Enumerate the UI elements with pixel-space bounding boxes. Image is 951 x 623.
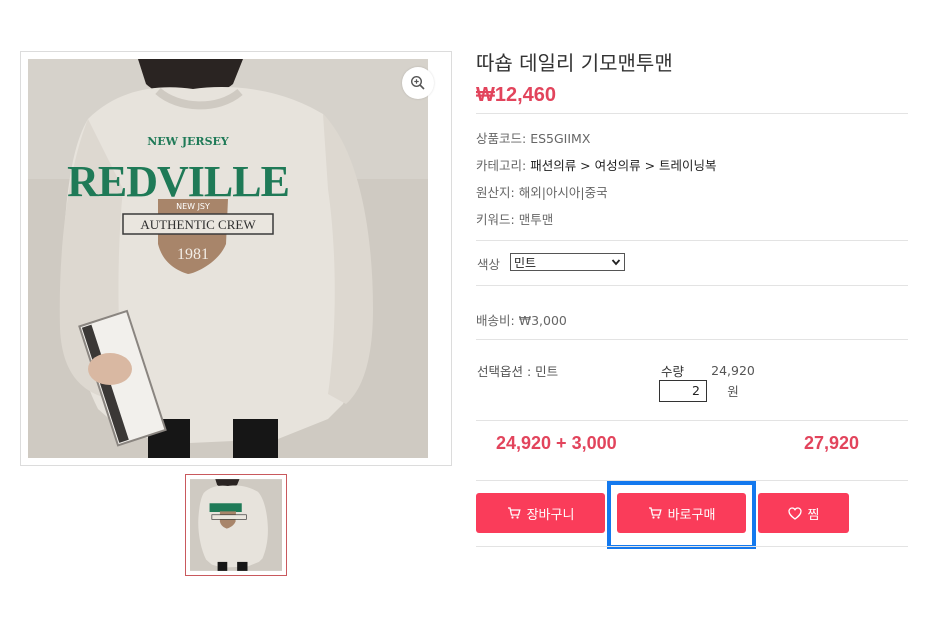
category-row: 카테고리: 패션의류 > 여성의류 > 트레이닝복	[476, 155, 717, 174]
wishlist-label: 찜	[807, 507, 820, 523]
shipping-value: ₩3,000	[518, 313, 567, 328]
divider	[476, 285, 908, 286]
origin-value: 해외|아시아|중국	[518, 185, 608, 200]
divider	[476, 240, 908, 241]
category-label: 카테고리:	[476, 158, 527, 173]
color-select-value: 민트	[514, 255, 537, 270]
product-code-value: ES5GIIMX	[530, 131, 591, 146]
shipping-label: 배송비:	[476, 313, 515, 328]
divider	[476, 113, 908, 114]
product-code-label: 상품코드:	[476, 131, 527, 146]
product-code-row: 상품코드: ES5GIIMX	[476, 128, 590, 147]
divider	[476, 420, 908, 421]
print-arc-text: NEW JERSEY	[147, 135, 229, 148]
keyword-label: 키워드:	[476, 212, 515, 227]
zoom-button[interactable]	[402, 67, 434, 99]
thumbnail-image	[190, 479, 282, 571]
total-formula: 24,920 + 3,000	[496, 433, 617, 453]
zoom-in-icon	[410, 75, 425, 90]
print-badge-text: NEW JSY	[176, 202, 210, 211]
keyword-value: 맨투맨	[518, 212, 554, 227]
color-option-label: 색상	[477, 257, 501, 272]
keyword-row: 키워드: 맨투맨	[476, 209, 553, 228]
add-to-cart-button[interactable]: 장바구니	[476, 493, 605, 533]
quantity-input[interactable]: 2	[659, 380, 707, 402]
chevron-down-icon	[611, 259, 621, 266]
cart-icon	[507, 507, 521, 519]
divider	[476, 546, 908, 547]
line-price-unit: 원	[727, 384, 739, 399]
divider	[476, 339, 908, 340]
print-big-text: REDVILLE	[67, 157, 289, 206]
buy-now-highlight	[607, 481, 756, 549]
category-value[interactable]: 패션의류 > 여성의류 > 트레이닝복	[530, 158, 716, 173]
line-price: 24,920 원	[711, 362, 755, 401]
line-price-value: 24,920	[711, 363, 755, 378]
product-title: 따숍 데일리 기모맨투맨	[476, 51, 673, 75]
origin-label: 원산지:	[476, 185, 515, 200]
print-year-text: 1981	[177, 246, 209, 263]
wishlist-button[interactable]: 찜	[758, 493, 849, 533]
color-select[interactable]: 민트	[510, 253, 625, 271]
product-price: ₩12,460	[476, 84, 557, 106]
product-thumbnail[interactable]	[185, 474, 287, 576]
selected-option-label: 선택옵션 : 민트	[477, 364, 559, 379]
quantity-label: 수량	[661, 364, 685, 379]
total-amount: 27,920	[804, 433, 860, 453]
product-main-image[interactable]: NEW JERSEY REDVILLE NEW JSY AUTHENTIC CR…	[28, 59, 428, 458]
add-to-cart-label: 장바구니	[526, 507, 575, 523]
origin-row: 원산지: 해외|아시아|중국	[476, 182, 608, 201]
shipping-row: 배송비: ₩3,000	[476, 310, 567, 329]
main-image-frame: NEW JERSEY REDVILLE NEW JSY AUTHENTIC CR…	[20, 51, 452, 466]
heart-icon	[787, 506, 802, 520]
print-banner-text: AUTHENTIC CREW	[140, 217, 256, 232]
